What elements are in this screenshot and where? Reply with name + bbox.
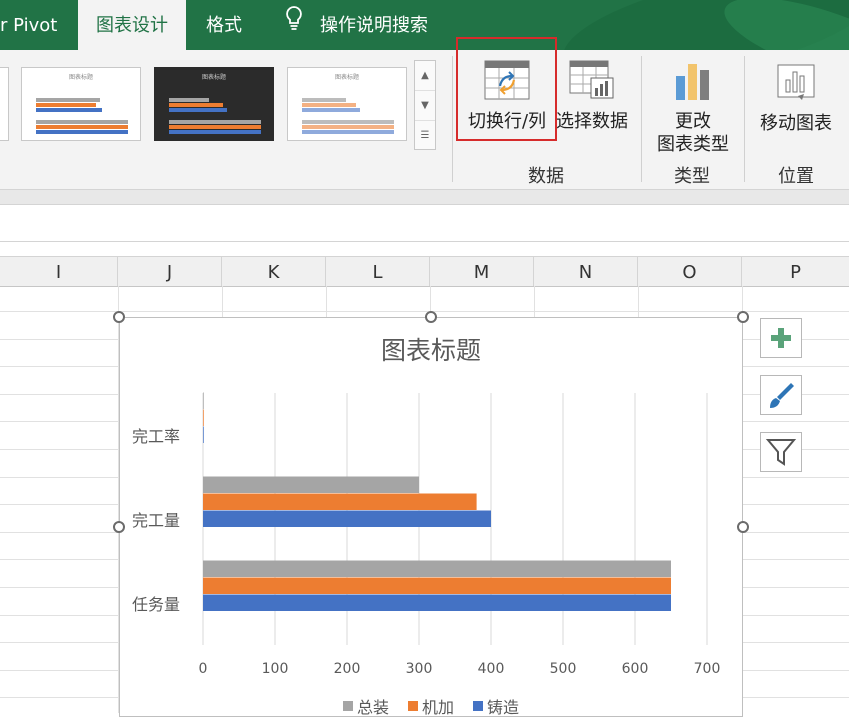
group-label-location: 位置 xyxy=(778,166,814,187)
tick-label: 400 xyxy=(478,661,505,677)
bar-总装-任务量 xyxy=(203,560,671,577)
brush-icon xyxy=(770,383,794,408)
gallery-scroll: ▲ ▼ ☰ xyxy=(414,60,436,150)
gallery-edge xyxy=(0,67,9,141)
tick-label: 200 xyxy=(334,661,361,677)
group-label-data: 数据 xyxy=(528,166,564,187)
tick-label: 0 xyxy=(199,661,208,677)
bar-铸造-完工量 xyxy=(203,510,491,527)
bar-chart-icon xyxy=(650,60,736,106)
chart-style-thumb-2[interactable]: 图表标题 xyxy=(154,67,274,141)
filter-icon xyxy=(765,439,797,466)
ribbon-body: 图表标题 图表标题 图表标题 ▲ ▼ ☰ 切换行/列 选择数据 数据 更改 图表… xyxy=(0,37,849,190)
column-header-m[interactable]: M xyxy=(430,257,534,286)
move-chart-label: 移动图表 xyxy=(760,113,832,134)
column-header-o[interactable]: O xyxy=(638,257,742,286)
gallery-scroll-up-icon[interactable]: ▲ xyxy=(415,61,435,91)
ribbon-collapse-strip xyxy=(0,190,849,205)
plus-icon xyxy=(771,328,791,348)
legend-swatch xyxy=(408,701,418,711)
category-label: 完工量 xyxy=(132,511,180,530)
resize-handle-top-right[interactable] xyxy=(737,311,749,323)
ribbon-separator xyxy=(452,56,453,182)
change-chart-type-label-2: 图表类型 xyxy=(657,134,729,155)
tick-label: 100 xyxy=(262,661,289,677)
category-label: 完工率 xyxy=(132,427,180,446)
ribbon-tab-bar: r Pivot 图表设计 格式 操作说明搜索 xyxy=(0,0,849,50)
formula-bar[interactable] xyxy=(0,205,849,242)
lightbulb-icon xyxy=(284,0,304,50)
legend-label: 铸造 xyxy=(487,698,519,716)
move-chart-button[interactable]: 移动图表 xyxy=(755,62,837,135)
highlight-box xyxy=(456,37,557,141)
column-header-j[interactable]: J xyxy=(118,257,222,286)
resize-handle-top[interactable] xyxy=(425,311,437,323)
chart-filters-button[interactable] xyxy=(760,432,802,472)
select-data-icon xyxy=(556,60,628,106)
move-chart-icon xyxy=(755,62,837,108)
gallery-scroll-down-icon[interactable]: ▼ xyxy=(415,91,435,121)
legend-swatch xyxy=(473,701,483,711)
column-header-l[interactable]: L xyxy=(326,257,430,286)
tick-label: 700 xyxy=(694,661,721,677)
select-data-button[interactable]: 选择数据 xyxy=(556,60,628,133)
bar-铸造-任务量 xyxy=(203,594,671,611)
ribbon-separator xyxy=(641,56,642,182)
column-header-i[interactable]: I xyxy=(0,257,118,286)
resize-handle-right[interactable] xyxy=(737,521,749,533)
select-data-label: 选择数据 xyxy=(556,111,628,132)
bar-机加-完工率 xyxy=(203,409,204,426)
tab-format[interactable]: 格式 xyxy=(206,0,242,50)
tell-me-label: 操作说明搜索 xyxy=(320,15,428,36)
legend-label: 总装 xyxy=(357,698,389,716)
ribbon-separator xyxy=(744,56,745,182)
tab-power-pivot[interactable]: r Pivot xyxy=(0,0,57,50)
tick-label: 500 xyxy=(550,661,577,677)
resize-handle-left[interactable] xyxy=(113,521,125,533)
gallery-more-icon[interactable]: ☰ xyxy=(415,121,435,150)
change-chart-type-button[interactable]: 更改 图表类型 xyxy=(650,60,736,156)
chart-title[interactable]: 图表标题 xyxy=(381,336,481,365)
column-header-p[interactable]: P xyxy=(742,257,849,286)
bar-总装-完工率 xyxy=(203,392,204,409)
tick-label: 300 xyxy=(406,661,433,677)
bar-机加-完工量 xyxy=(203,493,477,510)
group-label-type: 类型 xyxy=(674,166,710,187)
bar-总装-完工量 xyxy=(203,476,419,493)
column-header-n[interactable]: N xyxy=(534,257,638,286)
tick-label: 600 xyxy=(622,661,649,677)
chart-styles-button[interactable] xyxy=(760,375,802,415)
bar-chart-svg: 图表标题 任务量 完工量 完工率 0 100 200 300 400 500 600 700 总装… xyxy=(132,336,721,716)
bar-铸造-完工率 xyxy=(203,426,204,443)
column-header-k[interactable]: K xyxy=(222,257,326,286)
tell-me-search[interactable]: 操作说明搜索 xyxy=(284,0,428,50)
resize-handle-top-left[interactable] xyxy=(113,311,125,323)
bar-机加-任务量 xyxy=(203,577,671,594)
tab-chart-design[interactable]: 图表设计 xyxy=(78,0,186,50)
chart-object[interactable]: 图表标题 任务量 完工量 完工率 0 100 200 300 400 500 600 700 总装… xyxy=(119,317,743,717)
change-chart-type-label-1: 更改 xyxy=(675,111,711,132)
category-label: 任务量 xyxy=(132,595,180,614)
chart-style-thumb-1[interactable]: 图表标题 xyxy=(21,67,141,141)
legend-swatch xyxy=(343,701,353,711)
legend-label: 机加 xyxy=(422,698,454,716)
chart-elements-button[interactable] xyxy=(760,318,802,358)
column-header-row: I J K L M N O P xyxy=(0,256,849,287)
chart-style-thumb-3[interactable]: 图表标题 xyxy=(287,67,407,141)
